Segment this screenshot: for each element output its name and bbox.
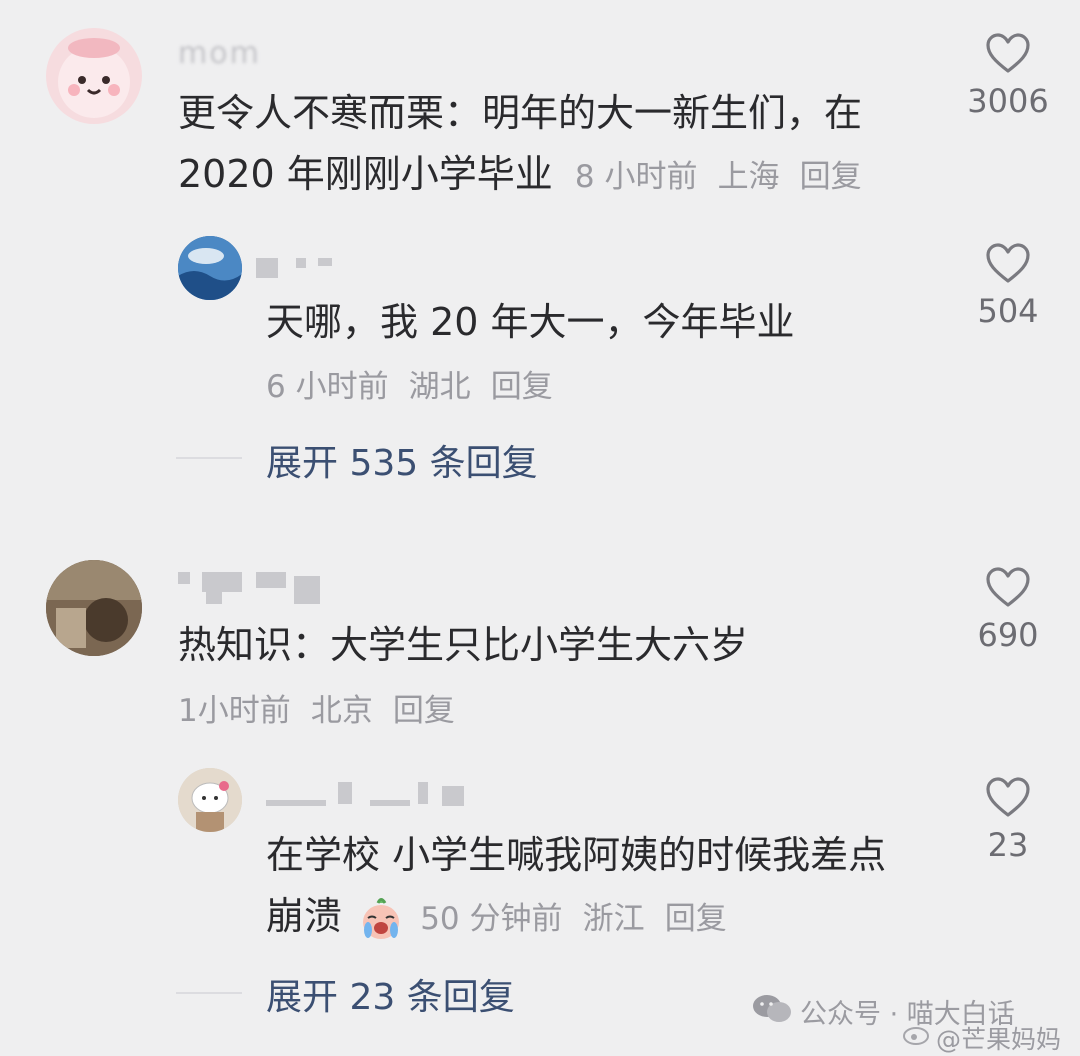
expand-replies-button[interactable]: 展开 535 条回复 [266, 434, 538, 486]
reply-time: 6 小时前 [266, 369, 389, 405]
heart-icon [986, 567, 1030, 607]
like-count: 3006 [967, 82, 1049, 120]
blur-block [318, 258, 332, 266]
blur-block [206, 592, 222, 604]
avatar-cartoon-icon [58, 38, 130, 118]
username-blurred[interactable] [266, 780, 496, 810]
blur-block [256, 572, 286, 588]
heart-icon [986, 33, 1030, 73]
expand-replies-button[interactable]: 展开 23 条回复 [266, 968, 515, 1020]
reply-text-line: 在学校 小学生喊我阿姨的时候我差点 [266, 833, 887, 877]
reply-time: 50 分钟前 [420, 901, 563, 937]
wechat-icon [752, 992, 792, 1030]
avatar[interactable] [178, 768, 242, 832]
avatar[interactable] [46, 560, 142, 656]
reply-button[interactable]: 回复 [665, 901, 727, 937]
avatar[interactable] [178, 236, 242, 300]
reply-location: 浙江 [582, 901, 645, 937]
divider [176, 457, 242, 459]
like-count: 690 [977, 616, 1039, 654]
username-blurred[interactable] [178, 572, 338, 606]
like-button[interactable]: 504 [948, 242, 1068, 330]
blur-block [338, 782, 352, 804]
weibo-icon [902, 1022, 932, 1050]
username-blurred[interactable] [256, 258, 346, 278]
reply-button[interactable]: 回复 [393, 693, 455, 729]
comment-text-line: 更令人不寒而栗：明年的大一新生们，在 [178, 91, 863, 135]
blur-block [418, 782, 428, 804]
like-button[interactable]: 23 [948, 776, 1068, 864]
comment-location: 北京 [310, 693, 373, 729]
crying-emoji-icon [358, 896, 404, 942]
like-count: 23 [987, 826, 1029, 864]
blur-block [296, 258, 306, 268]
heart-icon [986, 243, 1030, 283]
avatar-photo-icon [46, 560, 142, 656]
comment-text-line: 2020 年刚刚小学毕业 8 小时前 上海 回复 [178, 143, 862, 208]
blur-block [294, 576, 320, 604]
comment-meta: 1小时前 北京 回复 [178, 677, 455, 742]
blur-block [442, 786, 464, 806]
blur-block [178, 572, 190, 584]
like-button[interactable]: 3006 [948, 32, 1068, 120]
blur-block [266, 800, 326, 806]
comment-time: 8 小时前 [574, 159, 698, 195]
comment-location: 上海 [717, 159, 780, 195]
username-blurred[interactable]: mom [178, 36, 278, 72]
reply-button[interactable]: 回复 [800, 159, 862, 195]
reply-location: 湖北 [408, 369, 471, 405]
reply-text-line: 崩溃 50 分钟前 浙江 回复 [266, 885, 727, 950]
reply-meta: 6 小时前 湖北 回复 [266, 353, 553, 418]
comment-time: 1小时前 [178, 693, 291, 729]
blur-block [202, 572, 242, 592]
reply-button[interactable]: 回复 [491, 369, 553, 405]
blur-block [256, 258, 278, 278]
heart-icon [986, 777, 1030, 817]
username-text: mom [178, 36, 261, 71]
like-button[interactable]: 690 [948, 566, 1068, 654]
reply-text: 崩溃 [266, 894, 343, 938]
like-count: 504 [977, 292, 1039, 330]
avatar-photo-icon [178, 236, 242, 300]
watermark: 公众号 · 喵大白话 @芒果妈妈 [752, 992, 1072, 1054]
avatar-kitty-icon [178, 768, 242, 832]
watermark-handle: @芒果妈妈 [936, 1025, 1062, 1054]
reply-text: 天哪，我 20 年大一，今年毕业 [266, 300, 795, 344]
blur-block [370, 800, 410, 806]
divider [176, 992, 242, 994]
avatar[interactable] [46, 28, 142, 124]
comment-text: 2020 年刚刚小学毕业 [178, 152, 553, 196]
comment-text: 热知识：大学生只比小学生大六岁 [178, 623, 749, 667]
